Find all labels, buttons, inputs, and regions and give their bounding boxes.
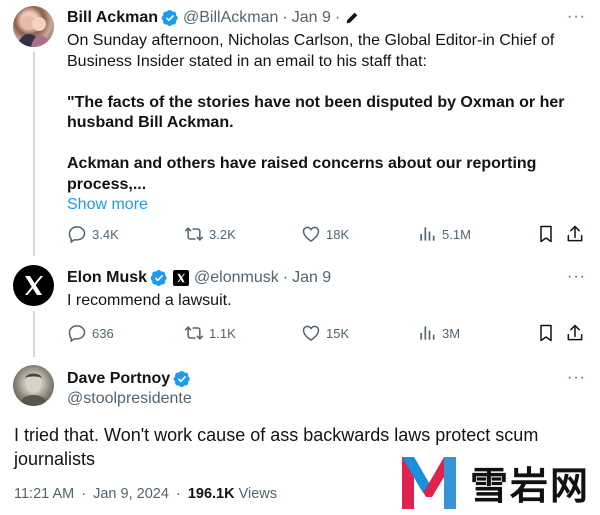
separator-dot: · <box>81 486 87 502</box>
reply-icon <box>67 323 87 343</box>
tweet-header: Bill Ackman @BillAckman · Jan 9 · <box>67 8 360 28</box>
author-name[interactable]: Elon Musk <box>67 268 147 288</box>
bookmark-icon <box>536 224 556 244</box>
like-count: 18K <box>326 226 350 242</box>
share-button[interactable] <box>565 224 590 244</box>
views-count: 5.1M <box>442 226 471 242</box>
tweet-body: I recommend a lawsuit. <box>67 292 232 309</box>
bookmark-button[interactable] <box>536 323 561 343</box>
verified-badge-icon[interactable] <box>173 370 191 388</box>
verified-badge-icon[interactable] <box>161 9 179 27</box>
share-icon <box>565 224 585 244</box>
watermark-logo-icon <box>402 457 456 509</box>
views-icon <box>417 323 437 343</box>
bookmark-icon <box>536 323 556 343</box>
tweet-header: Elon Musk @elonmusk · Jan 9 <box>67 268 331 288</box>
reply-count: 3.4K <box>92 226 119 242</box>
like-icon <box>301 323 321 343</box>
reply-count: 636 <box>92 325 114 341</box>
repost-button[interactable]: 1.1K <box>184 323 236 343</box>
views-count: 196.1K <box>187 486 235 502</box>
share-icon <box>565 323 585 343</box>
tweet-body: On Sunday afternoon, Nicholas Carlson, t… <box>67 31 587 216</box>
tweet-header: Dave Portnoy <box>67 369 195 389</box>
author-handle[interactable]: @stoolpresidente <box>67 389 192 409</box>
quote-line: husband Bill Ackman. <box>67 114 234 131</box>
watermark-text: 雪岩网 <box>470 462 591 508</box>
share-button[interactable] <box>565 323 590 343</box>
author-handle[interactable]: @elonmusk <box>194 268 279 288</box>
body-line: On Sunday afternoon, Nicholas Carlson, t… <box>67 32 555 49</box>
reply-button[interactable]: 3.4K <box>67 224 119 244</box>
tweet-bill-ackman[interactable]: Bill Ackman @BillAckman · Jan 9 · ··· On… <box>0 0 600 256</box>
tweet-full-date[interactable]: Jan 9, 2024 <box>93 486 169 502</box>
quote-line: process,... <box>67 175 147 193</box>
separator-dot: · <box>334 9 341 26</box>
show-more-link[interactable]: Show more <box>67 195 587 216</box>
author-name[interactable]: Dave Portnoy <box>67 369 170 389</box>
verified-badge-icon[interactable] <box>150 269 168 287</box>
views-count: 3M <box>442 325 461 341</box>
author-handle[interactable]: @BillAckman <box>183 8 278 28</box>
watermark: 雪岩网 <box>398 453 590 511</box>
more-options-icon[interactable]: ··· <box>567 8 586 26</box>
tweet-time[interactable]: 11:21 AM <box>14 486 74 502</box>
avatar[interactable] <box>13 365 54 406</box>
thread-line <box>33 311 35 357</box>
avatar[interactable] <box>13 265 54 306</box>
repost-icon <box>184 224 204 244</box>
bookmark-button[interactable] <box>536 224 561 244</box>
reply-icon <box>67 224 87 244</box>
author-name[interactable]: Bill Ackman <box>67 8 158 28</box>
tweet-actions: 636 1.1K 15K 3M <box>67 323 587 345</box>
x-logo-icon <box>25 276 43 295</box>
reply-button[interactable]: 636 <box>67 323 114 343</box>
views-icon <box>417 224 437 244</box>
quote-line: Ackman and others have raised concerns a… <box>67 155 537 172</box>
views-label: Views <box>238 486 278 502</box>
avatar-photo-icon <box>19 373 48 406</box>
tweet-actions: 3.4K 3.2K 18K 5.1M <box>67 224 587 246</box>
separator-dot: · <box>282 9 288 26</box>
like-button[interactable]: 18K <box>301 224 349 244</box>
author-handle-row: @stoolpresidente <box>67 389 192 409</box>
repost-count: 1.1K <box>209 325 236 341</box>
tweet-date[interactable]: Jan 9 <box>292 268 331 288</box>
views-button[interactable]: 3M <box>417 323 460 343</box>
repost-icon <box>184 323 204 343</box>
separator-dot: · <box>175 486 181 502</box>
affiliate-x-badge-icon[interactable] <box>173 270 190 286</box>
like-button[interactable]: 15K <box>301 323 349 343</box>
separator-dot: · <box>282 269 289 286</box>
tweet-date[interactable]: Jan 9 <box>292 8 331 28</box>
tweet-meta: 11:21 AM · Jan 9, 2024 · 196.1K Views <box>14 486 277 502</box>
like-count: 15K <box>326 325 350 341</box>
repost-count: 3.2K <box>209 226 236 242</box>
like-icon <box>301 224 321 244</box>
views-button[interactable]: 5.1M <box>417 224 471 244</box>
more-options-icon[interactable]: ··· <box>567 369 586 387</box>
body-line: I tried that. Won't work cause of ass ba… <box>14 425 539 445</box>
edit-pencil-icon[interactable] <box>344 10 360 26</box>
repost-button[interactable]: 3.2K <box>184 224 236 244</box>
more-options-icon[interactable]: ··· <box>567 268 586 286</box>
avatar[interactable] <box>13 6 54 47</box>
thread-line <box>33 52 35 256</box>
quote-line: "The facts of the stories have not been … <box>67 93 565 111</box>
body-line: Business Insider stated in an email to h… <box>67 52 427 70</box>
avatar-photo-icon <box>17 16 50 47</box>
